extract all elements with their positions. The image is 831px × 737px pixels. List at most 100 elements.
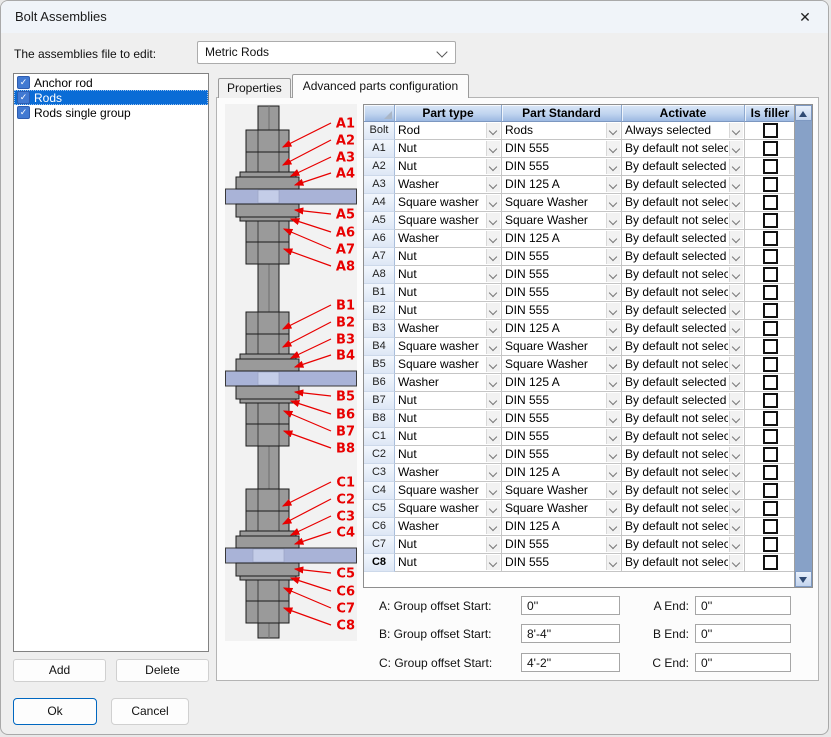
dropdown-arrow-icon[interactable]: [486, 465, 500, 480]
dropdown-arrow-icon[interactable]: [606, 303, 620, 318]
dropdown-arrow-icon[interactable]: [606, 285, 620, 300]
part-standard-cell[interactable]: DIN 125 A: [502, 464, 622, 482]
is-filler-checkbox[interactable]: [763, 357, 778, 372]
is-filler-checkbox[interactable]: [763, 177, 778, 192]
ok-button[interactable]: Ok: [13, 698, 97, 725]
dropdown-arrow-icon[interactable]: [729, 537, 743, 552]
offset-end-input[interactable]: [695, 624, 791, 643]
activate-cell[interactable]: By default not selected: [622, 428, 745, 446]
dropdown-arrow-icon[interactable]: [486, 231, 500, 246]
activate-cell[interactable]: By default not selected: [622, 446, 745, 464]
part-standard-cell[interactable]: DIN 555: [502, 410, 622, 428]
tab-properties[interactable]: Properties: [218, 78, 291, 98]
dropdown-arrow-icon[interactable]: [729, 123, 743, 138]
part-standard-cell[interactable]: DIN 555: [502, 284, 622, 302]
row-header-cell[interactable]: C4: [364, 482, 395, 500]
column-header[interactable]: Part Standard: [502, 105, 622, 122]
assembly-list-item[interactable]: ✓Rods single group: [14, 105, 208, 120]
activate-cell[interactable]: By default not selected: [622, 554, 745, 572]
activate-cell[interactable]: By default selected: [622, 158, 745, 176]
row-header-cell[interactable]: B1: [364, 284, 395, 302]
activate-cell[interactable]: By default selected: [622, 320, 745, 338]
dropdown-arrow-icon[interactable]: [606, 357, 620, 372]
row-header-cell[interactable]: C2: [364, 446, 395, 464]
dropdown-arrow-icon[interactable]: [486, 267, 500, 282]
dropdown-arrow-icon[interactable]: [729, 159, 743, 174]
is-filler-checkbox[interactable]: [763, 429, 778, 444]
activate-cell[interactable]: By default not selected: [622, 212, 745, 230]
is-filler-checkbox[interactable]: [763, 267, 778, 282]
part-type-cell[interactable]: Washer: [395, 176, 502, 194]
part-standard-cell[interactable]: Square Washer: [502, 356, 622, 374]
cancel-button[interactable]: Cancel: [111, 698, 189, 725]
part-type-cell[interactable]: Square washer: [395, 212, 502, 230]
offset-end-input[interactable]: [695, 596, 791, 615]
part-type-cell[interactable]: Nut: [395, 284, 502, 302]
row-header-cell[interactable]: B7: [364, 392, 395, 410]
row-header-cell[interactable]: B8: [364, 410, 395, 428]
is-filler-checkbox[interactable]: [763, 465, 778, 480]
part-type-cell[interactable]: Nut: [395, 158, 502, 176]
dropdown-arrow-icon[interactable]: [729, 285, 743, 300]
dropdown-arrow-icon[interactable]: [729, 267, 743, 282]
part-type-cell[interactable]: Nut: [395, 554, 502, 572]
part-standard-cell[interactable]: Square Washer: [502, 500, 622, 518]
offset-start-input[interactable]: [521, 596, 620, 615]
offset-end-input[interactable]: [695, 653, 791, 672]
part-standard-cell[interactable]: DIN 555: [502, 248, 622, 266]
part-standard-cell[interactable]: DIN 125 A: [502, 518, 622, 536]
dropdown-arrow-icon[interactable]: [486, 141, 500, 156]
dropdown-arrow-icon[interactable]: [729, 249, 743, 264]
dropdown-arrow-icon[interactable]: [606, 123, 620, 138]
dropdown-arrow-icon[interactable]: [729, 375, 743, 390]
dropdown-arrow-icon[interactable]: [486, 213, 500, 228]
dropdown-arrow-icon[interactable]: [606, 465, 620, 480]
is-filler-checkbox[interactable]: [763, 321, 778, 336]
assemblies-file-dropdown[interactable]: Metric Rods: [197, 41, 456, 64]
dropdown-arrow-icon[interactable]: [486, 123, 500, 138]
dropdown-arrow-icon[interactable]: [729, 303, 743, 318]
dropdown-arrow-icon[interactable]: [606, 339, 620, 354]
dropdown-arrow-icon[interactable]: [486, 429, 500, 444]
part-type-cell[interactable]: Nut: [395, 536, 502, 554]
row-header-cell[interactable]: A3: [364, 176, 395, 194]
dropdown-arrow-icon[interactable]: [606, 213, 620, 228]
dropdown-arrow-icon[interactable]: [486, 159, 500, 174]
dropdown-arrow-icon[interactable]: [606, 267, 620, 282]
dropdown-arrow-icon[interactable]: [486, 501, 500, 516]
dropdown-arrow-icon[interactable]: [606, 249, 620, 264]
is-filler-checkbox[interactable]: [763, 411, 778, 426]
is-filler-checkbox[interactable]: [763, 123, 778, 138]
dropdown-arrow-icon[interactable]: [486, 555, 500, 570]
part-standard-cell[interactable]: DIN 555: [502, 392, 622, 410]
dropdown-arrow-icon[interactable]: [729, 483, 743, 498]
is-filler-checkbox[interactable]: [763, 555, 778, 570]
part-type-cell[interactable]: Washer: [395, 464, 502, 482]
row-header-cell[interactable]: A4: [364, 194, 395, 212]
dropdown-arrow-icon[interactable]: [606, 393, 620, 408]
close-icon[interactable]: ✕: [788, 3, 822, 31]
part-standard-cell[interactable]: DIN 125 A: [502, 230, 622, 248]
part-type-cell[interactable]: Nut: [395, 428, 502, 446]
part-standard-cell[interactable]: Rods: [502, 122, 622, 140]
dropdown-arrow-icon[interactable]: [486, 303, 500, 318]
part-type-cell[interactable]: Square washer: [395, 500, 502, 518]
dropdown-arrow-icon[interactable]: [606, 447, 620, 462]
dropdown-arrow-icon[interactable]: [729, 411, 743, 426]
dropdown-arrow-icon[interactable]: [606, 555, 620, 570]
activate-cell[interactable]: By default not selected: [622, 518, 745, 536]
dropdown-arrow-icon[interactable]: [729, 321, 743, 336]
dropdown-arrow-icon[interactable]: [606, 177, 620, 192]
dropdown-arrow-icon[interactable]: [606, 411, 620, 426]
dropdown-arrow-icon[interactable]: [729, 339, 743, 354]
dropdown-arrow-icon[interactable]: [606, 483, 620, 498]
dropdown-arrow-icon[interactable]: [729, 447, 743, 462]
is-filler-checkbox[interactable]: [763, 303, 778, 318]
dropdown-arrow-icon[interactable]: [486, 321, 500, 336]
is-filler-checkbox[interactable]: [763, 249, 778, 264]
row-header-cell[interactable]: B5: [364, 356, 395, 374]
is-filler-checkbox[interactable]: [763, 213, 778, 228]
is-filler-checkbox[interactable]: [763, 375, 778, 390]
is-filler-checkbox[interactable]: [763, 231, 778, 246]
dropdown-arrow-icon[interactable]: [729, 141, 743, 156]
